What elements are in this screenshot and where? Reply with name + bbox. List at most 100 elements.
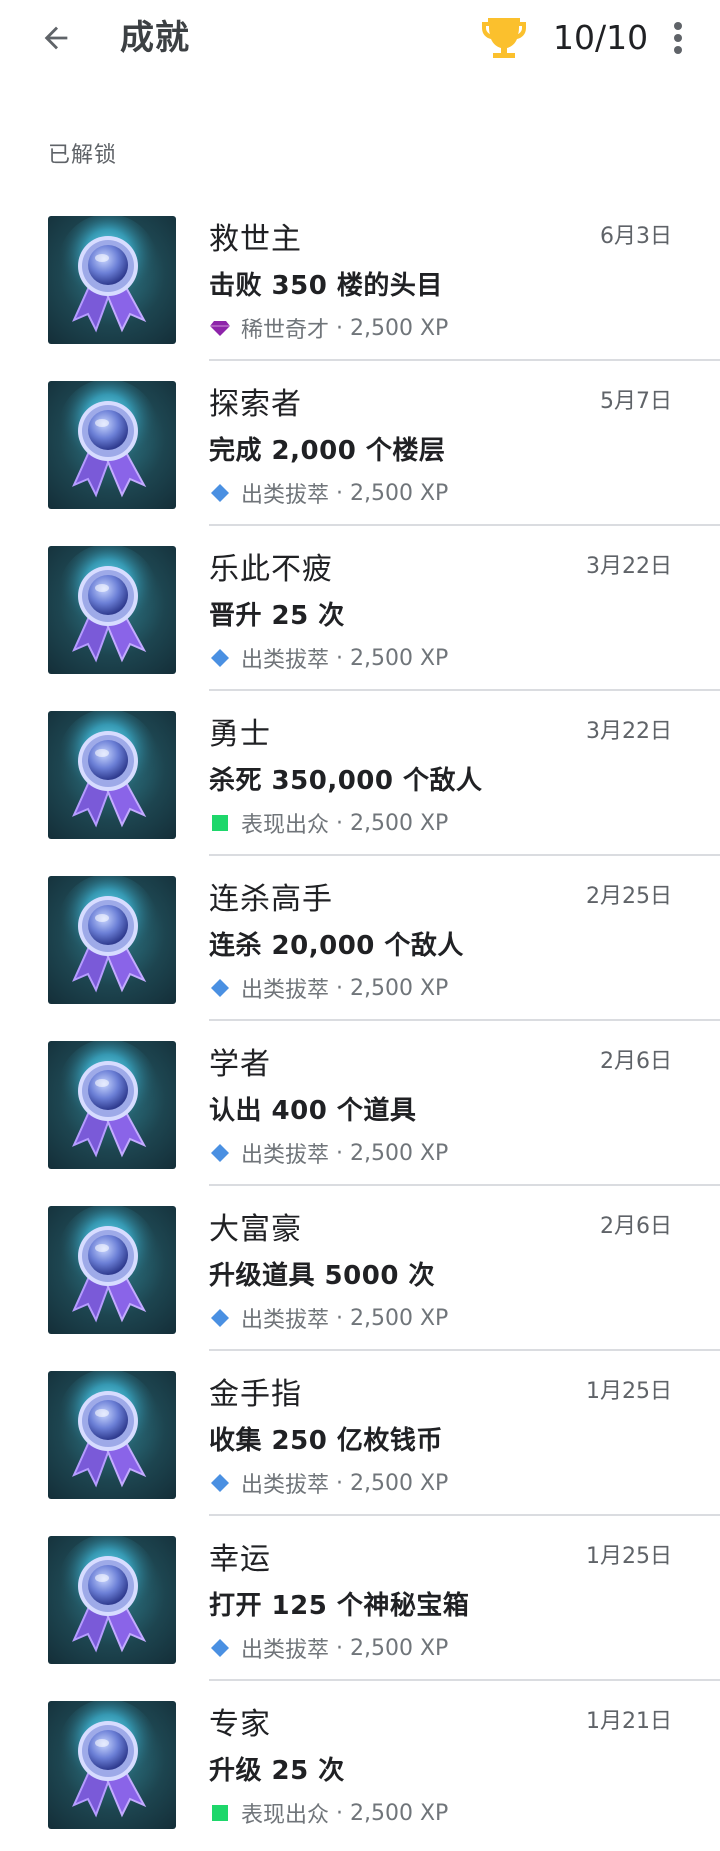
rarity-icon-wrap <box>209 1472 231 1494</box>
achievement-row[interactable]: 探索者 5月7日 完成 2,000 个楼层 出类拔萃 · 2,500 XP <box>0 361 720 526</box>
rarity-icon-wrap <box>209 1307 231 1329</box>
achievement-badge <box>48 1041 176 1169</box>
achievement-description: 完成 2,000 个楼层 <box>209 436 446 466</box>
achievement-rarity: 出类拔萃 <box>241 978 330 1003</box>
medal-icon <box>58 1206 158 1323</box>
more-vert-icon <box>674 22 682 54</box>
achievement-rarity: 表现出众 <box>241 813 330 838</box>
achievement-rarity: 稀世奇才 <box>241 318 330 343</box>
achievement-xp: · 2,500 XP <box>329 975 449 1001</box>
achievement-row[interactable]: 勇士 3月22日 杀死 350,000 个敌人 表现出众 · 2,500 XP <box>0 691 720 856</box>
achievement-meta: 表现出众 · 2,500 XP <box>209 808 448 838</box>
trophy-icon <box>482 18 526 58</box>
achievement-date: 1月25日 <box>586 1379 672 1404</box>
rarity-icon-wrap <box>209 482 231 504</box>
achievement-meta: 出类拔萃 · 2,500 XP <box>209 973 448 1003</box>
achievement-row[interactable]: 专家 1月21日 升级 25 次表现出众 · 2,500 XP <box>0 1681 720 1846</box>
achievement-rarity: 出类拔萃 <box>241 1143 330 1168</box>
achievement-progress: 10/10 <box>553 18 649 57</box>
achievement-xp: · 2,500 XP <box>329 810 449 836</box>
achievement-title: 勇士 <box>209 717 271 752</box>
achievement-title: 大富豪 <box>209 1212 302 1247</box>
achievement-date: 2月6日 <box>600 1049 672 1074</box>
achievement-title: 专家 <box>209 1707 271 1742</box>
achievement-row[interactable]: 幸运 1月25日打开 125 个神秘宝箱 出类拔萃 · 2,500 XP <box>0 1516 720 1681</box>
achievement-description: 升级 25 次 <box>209 1756 345 1786</box>
achievement-badge <box>48 1371 176 1499</box>
achievement-description: 杀死 350,000 个敌人 <box>209 766 483 796</box>
square-icon <box>212 815 228 831</box>
achievement-xp: · 2,500 XP <box>329 1305 449 1331</box>
achievement-meta: 出类拔萃 · 2,500 XP <box>209 1633 448 1663</box>
achievement-meta: 出类拔萃 · 2,500 XP <box>209 1138 448 1168</box>
achievement-title: 救世主 <box>209 222 302 257</box>
medal-icon <box>58 1536 158 1653</box>
achievement-badge <box>48 381 176 509</box>
rarity-icon-wrap <box>209 1802 231 1824</box>
achievement-description: 升级道具 5000 次 <box>209 1261 435 1291</box>
diamond-icon <box>211 649 229 667</box>
achievement-xp: · 2,500 XP <box>329 1140 449 1166</box>
rarity-icon-wrap <box>209 812 231 834</box>
achievement-meta: 出类拔萃 · 2,500 XP <box>209 478 448 508</box>
achievement-row[interactable]: 连杀高手 2月25日 连杀 20,000 个敌人 出类拔萃 · 2,500 XP <box>0 856 720 1021</box>
achievement-rarity: 表现出众 <box>241 1803 330 1828</box>
achievement-date: 2月25日 <box>586 884 672 909</box>
achievement-description: 击败 350 楼的头目 <box>209 271 443 301</box>
square-icon <box>212 1805 228 1821</box>
achievement-rarity: 出类拔萃 <box>241 1638 330 1663</box>
medal-icon <box>58 711 158 828</box>
achievement-row[interactable]: 救世主 6月3日击败 350 楼的头目稀世奇才 · 2,500 XP <box>0 196 720 361</box>
medal-icon <box>58 1701 158 1818</box>
achievement-title: 连杀高手 <box>209 882 333 917</box>
achievement-description: 收集 250 亿枚钱币 <box>209 1426 443 1456</box>
medal-icon <box>58 546 158 663</box>
achievement-meta: 出类拔萃 · 2,500 XP <box>209 1468 448 1498</box>
achievement-xp: · 2,500 XP <box>329 1470 449 1496</box>
achievement-row[interactable]: 学者 2月6日认出 400 个道具出类拔萃 · 2,500 XP <box>0 1021 720 1186</box>
achievement-description: 认出 400 个道具 <box>209 1096 417 1126</box>
achievement-row[interactable]: 金手指 1月25日 收集 250 亿枚钱币 出类拔萃 · 2,500 XP <box>0 1351 720 1516</box>
achievement-date: 5月7日 <box>600 389 672 414</box>
achievement-badge <box>48 1536 176 1664</box>
achievement-title: 幸运 <box>209 1542 271 1577</box>
gem-icon <box>210 321 230 336</box>
achievement-meta: 出类拔萃 · 2,500 XP <box>209 1303 448 1333</box>
page-title: 成就 <box>120 18 190 58</box>
achievement-badge <box>48 711 176 839</box>
section-header-unlocked: 已解锁 <box>48 143 118 168</box>
app-bar: 成就 10/10 <box>0 0 720 76</box>
medal-icon <box>58 381 158 498</box>
achievement-badge <box>48 1701 176 1829</box>
achievement-row[interactable]: 大富豪 2月6日 升级道具 5000 次出类拔萃 · 2,500 XP <box>0 1186 720 1351</box>
achievement-xp: · 2,500 XP <box>329 645 449 671</box>
achievement-date: 2月6日 <box>600 1214 672 1239</box>
achievement-row[interactable]: 乐此不疲 3月22日 晋升 25 次出类拔萃 · 2,500 XP <box>0 526 720 691</box>
achievement-xp: · 2,500 XP <box>329 315 449 341</box>
achievement-badge <box>48 1206 176 1334</box>
achievement-rarity: 出类拔萃 <box>241 1308 330 1333</box>
achievement-description: 晋升 25 次 <box>209 601 345 631</box>
achievement-description: 打开 125 个神秘宝箱 <box>209 1591 470 1621</box>
achievement-meta: 出类拔萃 · 2,500 XP <box>209 643 448 673</box>
medal-icon <box>58 216 158 333</box>
achievement-date: 1月25日 <box>586 1544 672 1569</box>
achievement-title: 金手指 <box>209 1377 302 1412</box>
diamond-icon <box>211 1309 229 1327</box>
achievement-badge <box>48 546 176 674</box>
medal-icon <box>58 1041 158 1158</box>
achievement-xp: · 2,500 XP <box>329 480 449 506</box>
diamond-icon <box>211 1474 229 1492</box>
rarity-icon-wrap <box>209 647 231 669</box>
achievement-date: 6月3日 <box>600 224 672 249</box>
rarity-icon-wrap <box>209 977 231 999</box>
achievement-rarity: 出类拔萃 <box>241 1473 330 1498</box>
rarity-icon-wrap <box>209 1142 231 1164</box>
achievement-title: 学者 <box>209 1047 271 1082</box>
back-button[interactable] <box>28 14 84 62</box>
achievement-date: 1月21日 <box>586 1709 672 1734</box>
more-options-button[interactable] <box>660 12 696 64</box>
achievement-badge <box>48 216 176 344</box>
medal-icon <box>58 1371 158 1488</box>
achievement-list: 救世主 6月3日 击败 350 楼的头目 稀世奇才 · 2,500 XP 探索者 5月7日… <box>0 196 720 1846</box>
